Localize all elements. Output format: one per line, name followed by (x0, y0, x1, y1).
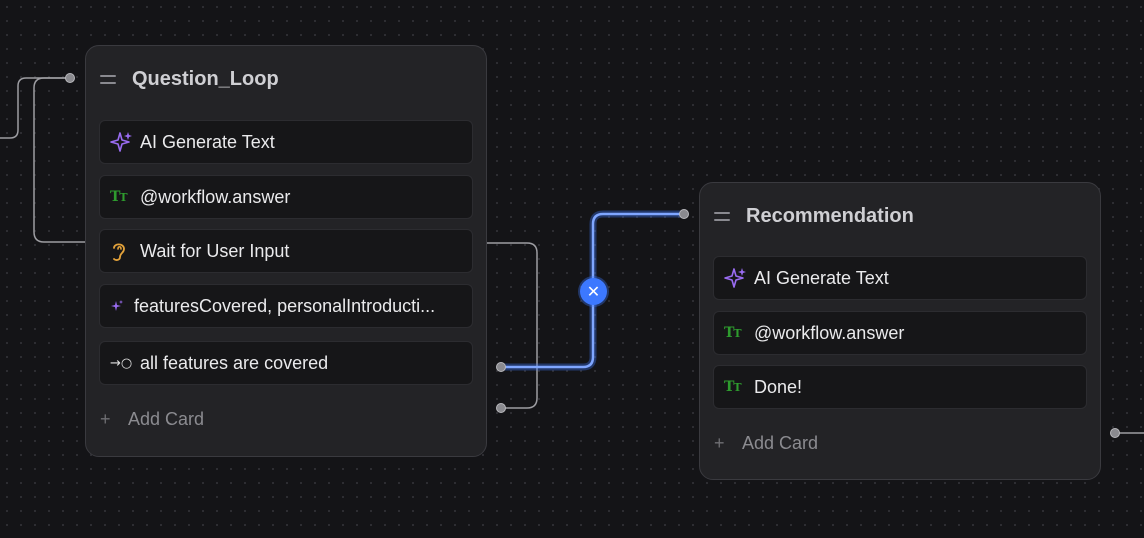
sparkle-icon (724, 266, 754, 290)
question-loop-input-port[interactable] (65, 73, 75, 83)
card-label: @workflow.answer (140, 186, 291, 207)
default-output-port[interactable] (496, 403, 506, 413)
add-card-label: Add Card (742, 432, 819, 453)
card-condition[interactable]: →○ all features are covered (99, 341, 473, 385)
condition-output-port[interactable] (496, 362, 506, 372)
card-ai-generate-text[interactable]: AI Generate Text (713, 256, 1087, 300)
delete-edge-button[interactable]: ✕ (580, 278, 607, 305)
card-label: featuresCovered, personalIntroducti... (134, 295, 436, 316)
arrow-circle-icon: →○ (110, 355, 133, 371)
node-recommendation[interactable]: Recommendation AI Generate Text TT @work… (699, 182, 1101, 480)
text-type-icon: TT (724, 325, 742, 341)
add-card-button[interactable]: + Add Card (714, 428, 818, 458)
node-header[interactable]: Question_Loop (86, 46, 486, 112)
recommendation-output-port[interactable] (1110, 428, 1120, 438)
recommendation-input-port[interactable] (679, 209, 689, 219)
text-type-icon: TT (724, 379, 742, 395)
card-wait-user-input[interactable]: Wait for User Input (99, 229, 473, 273)
ear-icon (110, 240, 140, 262)
drag-handle-icon[interactable] (100, 74, 116, 84)
add-card-button[interactable]: + Add Card (100, 404, 204, 434)
node-header[interactable]: Recommendation (700, 183, 1100, 249)
card-label: AI Generate Text (140, 131, 275, 152)
card-ai-generate-text[interactable]: AI Generate Text (99, 120, 473, 164)
card-set-variables[interactable]: featuresCovered, personalIntroducti... (99, 284, 473, 328)
small-sparkle-icon (110, 299, 134, 313)
close-icon: ✕ (586, 283, 601, 301)
text-type-icon: TT (110, 189, 128, 205)
card-label: all features are covered (140, 352, 329, 373)
plus-icon: + (714, 432, 725, 453)
card-done[interactable]: TT Done! (713, 365, 1087, 409)
add-card-label: Add Card (128, 408, 205, 429)
edge-incoming[interactable] (0, 77, 70, 139)
card-label: @workflow.answer (754, 322, 905, 343)
card-label: Done! (754, 376, 803, 397)
card-workflow-answer[interactable]: TT @workflow.answer (99, 175, 473, 219)
card-label: Wait for User Input (140, 240, 290, 261)
edge-loop-back[interactable] (33, 77, 86, 243)
drag-handle-icon[interactable] (714, 211, 730, 221)
node-title: Question_Loop (132, 67, 279, 90)
card-workflow-answer[interactable]: TT @workflow.answer (713, 311, 1087, 355)
sparkle-icon (110, 130, 140, 154)
edge-exit-loop[interactable] (487, 242, 538, 409)
plus-icon: + (100, 408, 111, 429)
node-title: Recommendation (746, 204, 914, 227)
node-question-loop[interactable]: Question_Loop AI Generate Text TT @workf… (85, 45, 487, 457)
card-label: AI Generate Text (754, 267, 889, 288)
